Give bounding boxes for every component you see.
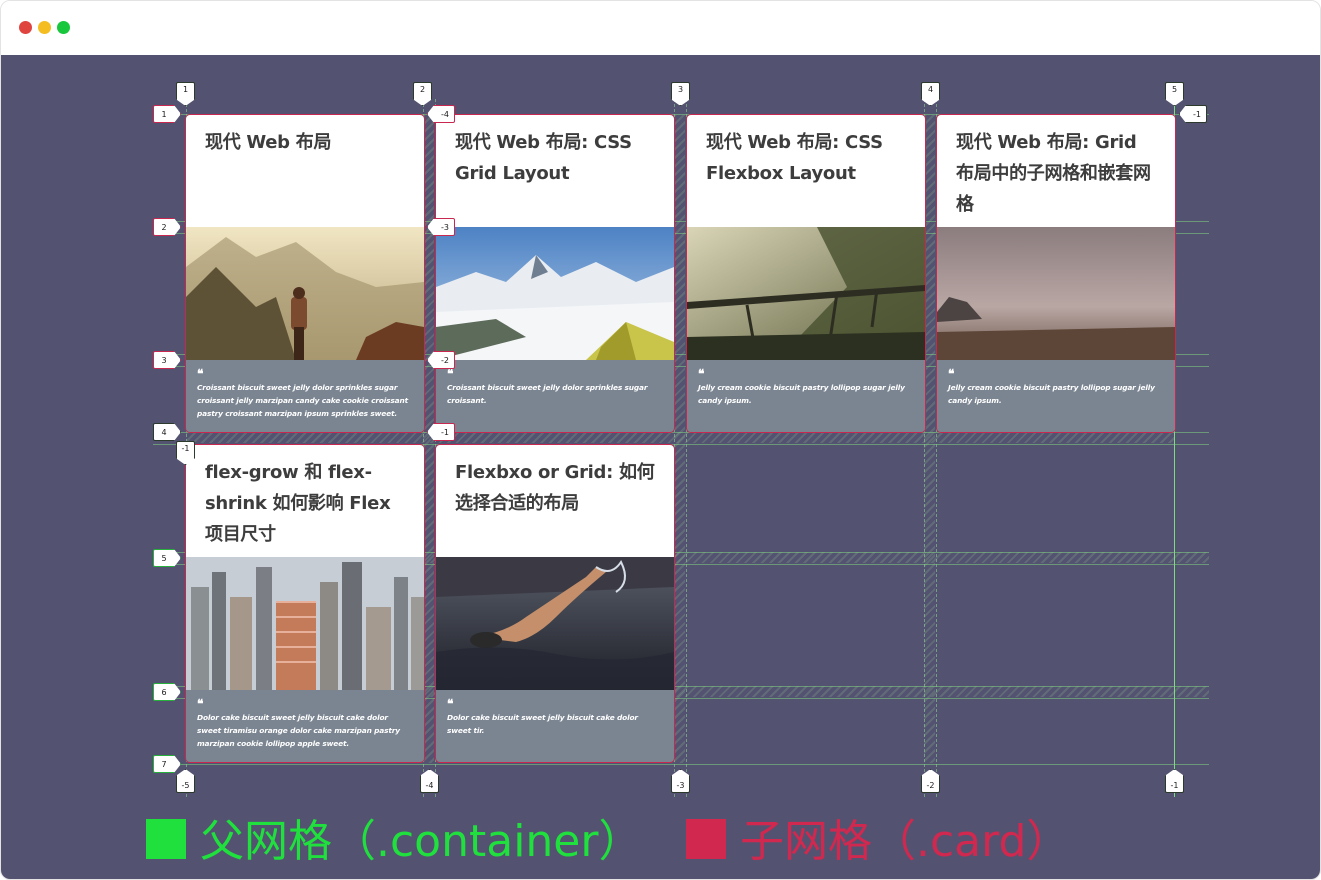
close-window-icon[interactable] [19, 21, 32, 34]
quote-text: Dolor cake biscuit sweet jelly biscuit c… [197, 713, 400, 748]
snowy-mountains-tent-image [436, 227, 674, 360]
legend-red-swatch [686, 819, 726, 859]
legend-child-label: 子网格（.card） [740, 816, 1071, 867]
grid-row-line [153, 764, 1209, 765]
grid-line-number: 1 [153, 105, 181, 123]
card-quote: ❝ Croissant biscuit sweet jelly dolor sp… [436, 360, 674, 432]
card-image [687, 227, 925, 360]
quote-icon: ❝ [197, 697, 204, 711]
grid-column-gap [423, 115, 434, 763]
quote-icon: ❝ [948, 367, 955, 381]
minimize-window-icon[interactable] [38, 21, 51, 34]
grid-column-line [674, 99, 675, 797]
card[interactable]: 现代 Web 布局 ❝ Croissant biscuit sweet jell… [186, 115, 424, 432]
swimmer-in-water-image [436, 557, 674, 690]
grid-line-number: 5 [1165, 82, 1184, 106]
grid-line-number: -1 [1165, 769, 1184, 793]
grid-row-line [153, 432, 1209, 433]
quote-text: Croissant biscuit sweet jelly dolor spri… [197, 383, 408, 418]
card[interactable]: 现代 Web 布局: CSS Flexbox Layout ❝ Jelly cr… [687, 115, 925, 432]
quote-text: Croissant biscuit sweet jelly dolor spri… [447, 383, 648, 405]
hiker-on-misty-mountain-image [186, 227, 424, 360]
card-title: 现代 Web 布局: CSS Grid Layout [436, 115, 674, 227]
card[interactable]: 现代 Web 布局: CSS Grid Layout ❝ Croissant b… [436, 115, 674, 432]
quote-text: Dolor cake biscuit sweet jelly biscuit c… [447, 713, 638, 735]
misty-plain-image [937, 227, 1175, 360]
card-quote: ❝ Dolor cake biscuit sweet jelly biscuit… [186, 690, 424, 762]
quote-icon: ❝ [447, 697, 454, 711]
city-skyline-image [186, 557, 424, 690]
card-title: 现代 Web 布局 [186, 115, 424, 227]
card-quote: ❝ Croissant biscuit sweet jelly dolor sp… [186, 360, 424, 432]
card-image [436, 557, 674, 690]
grid-line-number: 4 [153, 423, 181, 441]
quote-text: Jelly cream cookie biscuit pastry lollip… [948, 383, 1155, 405]
demo-stage: 现代 Web 布局 ❝ Croissant biscuit sweet jell… [1, 55, 1320, 879]
legend-green-swatch [146, 819, 186, 859]
legend-child-grid: 子网格（.card） [686, 812, 1070, 872]
browser-window: 现代 Web 布局 ❝ Croissant biscuit sweet jell… [0, 0, 1321, 880]
quote-icon: ❝ [447, 367, 454, 381]
card-quote: ❝ Jelly cream cookie biscuit pastry loll… [937, 360, 1175, 432]
grid-line-number: -5 [176, 769, 195, 793]
foggy-forest-bridge-image [687, 227, 925, 360]
card-quote: ❝ Dolor cake biscuit sweet jelly biscuit… [436, 690, 674, 762]
title-bar [1, 1, 1320, 55]
card-title: flex-grow 和 flex-shrink 如何影响 Flex 项目尺寸 [186, 445, 424, 557]
card[interactable]: 现代 Web 布局: Grid 布局中的子网格和嵌套网格 ❝ Jelly cre… [937, 115, 1175, 432]
grid-line-number: 7 [153, 755, 181, 773]
card-image [186, 557, 424, 690]
card-image [436, 227, 674, 360]
grid-column-gap [674, 115, 685, 763]
card-quote: ❝ Jelly cream cookie biscuit pastry loll… [687, 360, 925, 432]
legend-parent-label: 父网格（.container） [200, 816, 643, 867]
grid-line-number: -1 [1179, 105, 1207, 123]
quote-icon: ❝ [197, 367, 204, 381]
card[interactable]: flex-grow 和 flex-shrink 如何影响 Flex 项目尺寸 ❝… [186, 445, 424, 762]
grid-line-number: 2 [413, 82, 432, 106]
grid-column-gap [924, 115, 935, 763]
grid-line-number: 1 [176, 82, 195, 106]
card-image [937, 227, 1175, 360]
card-title: Flexbxo or Grid: 如何选择合适的布局 [436, 445, 674, 557]
quote-text: Jelly cream cookie biscuit pastry lollip… [698, 383, 905, 405]
card-image [186, 227, 424, 360]
legend-parent-grid: 父网格（.container） [146, 812, 642, 872]
card-title: 现代 Web 布局: Grid 布局中的子网格和嵌套网格 [937, 115, 1175, 227]
quote-icon: ❝ [698, 367, 705, 381]
card-title: 现代 Web 布局: CSS Flexbox Layout [687, 115, 925, 227]
maximize-window-icon[interactable] [57, 21, 70, 34]
card[interactable]: Flexbxo or Grid: 如何选择合适的布局 ❝ Dolor cake … [436, 445, 674, 762]
